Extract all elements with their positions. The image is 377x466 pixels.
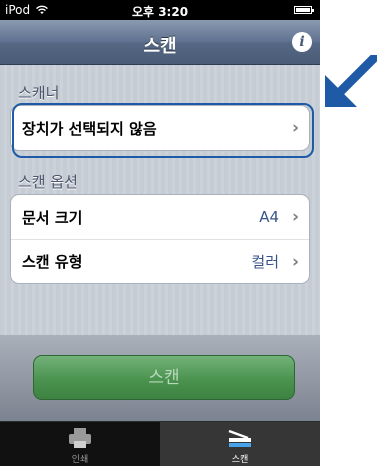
tab-scan-label: 스캔 <box>231 455 249 465</box>
phone-screen: iPod 오후 3:20 스캔 i 스캐너 장치가 선택되지 않음 › 스캔 옵… <box>0 0 320 466</box>
page-title: 스캔 <box>143 36 177 57</box>
status-time: 오후 3:20 <box>131 5 189 19</box>
chevron-right-icon: › <box>291 207 299 227</box>
scan-button-area: 스캔 <box>0 335 320 421</box>
scanner-section-header: 스캐너 <box>18 84 60 102</box>
document-size-row[interactable]: 문서 크기 A4 › <box>11 195 309 239</box>
document-size-value: A4 <box>259 208 279 226</box>
tab-scan[interactable]: 스캔 <box>160 422 320 466</box>
scan-button[interactable]: 스캔 <box>33 355 295 400</box>
printer-icon <box>69 428 91 448</box>
nav-bar: 스캔 i <box>0 20 320 65</box>
tab-print[interactable]: 인쇄 <box>0 422 160 466</box>
document-size-label: 문서 크기 <box>22 208 83 227</box>
pointer-arrow-icon <box>325 55 377 107</box>
tab-print-label: 인쇄 <box>71 455 89 465</box>
battery-icon <box>294 6 314 14</box>
scan-options-section-header: 스캔 옵션 <box>18 173 78 191</box>
scan-type-row[interactable]: 스캔 유형 컬러 › <box>11 239 309 283</box>
status-bar: iPod 오후 3:20 <box>0 0 320 20</box>
scanner-icon <box>228 429 251 447</box>
chevron-right-icon: › <box>291 252 299 272</box>
info-icon[interactable]: i <box>292 32 312 52</box>
scan-type-value: 컬러 <box>251 253 279 271</box>
scan-type-label: 스캔 유형 <box>22 253 83 271</box>
scan-options-group: 문서 크기 A4 › 스캔 유형 컬러 › <box>10 194 310 284</box>
tab-bar: 인쇄 스캔 <box>0 421 320 466</box>
device-row-highlight <box>12 103 314 158</box>
